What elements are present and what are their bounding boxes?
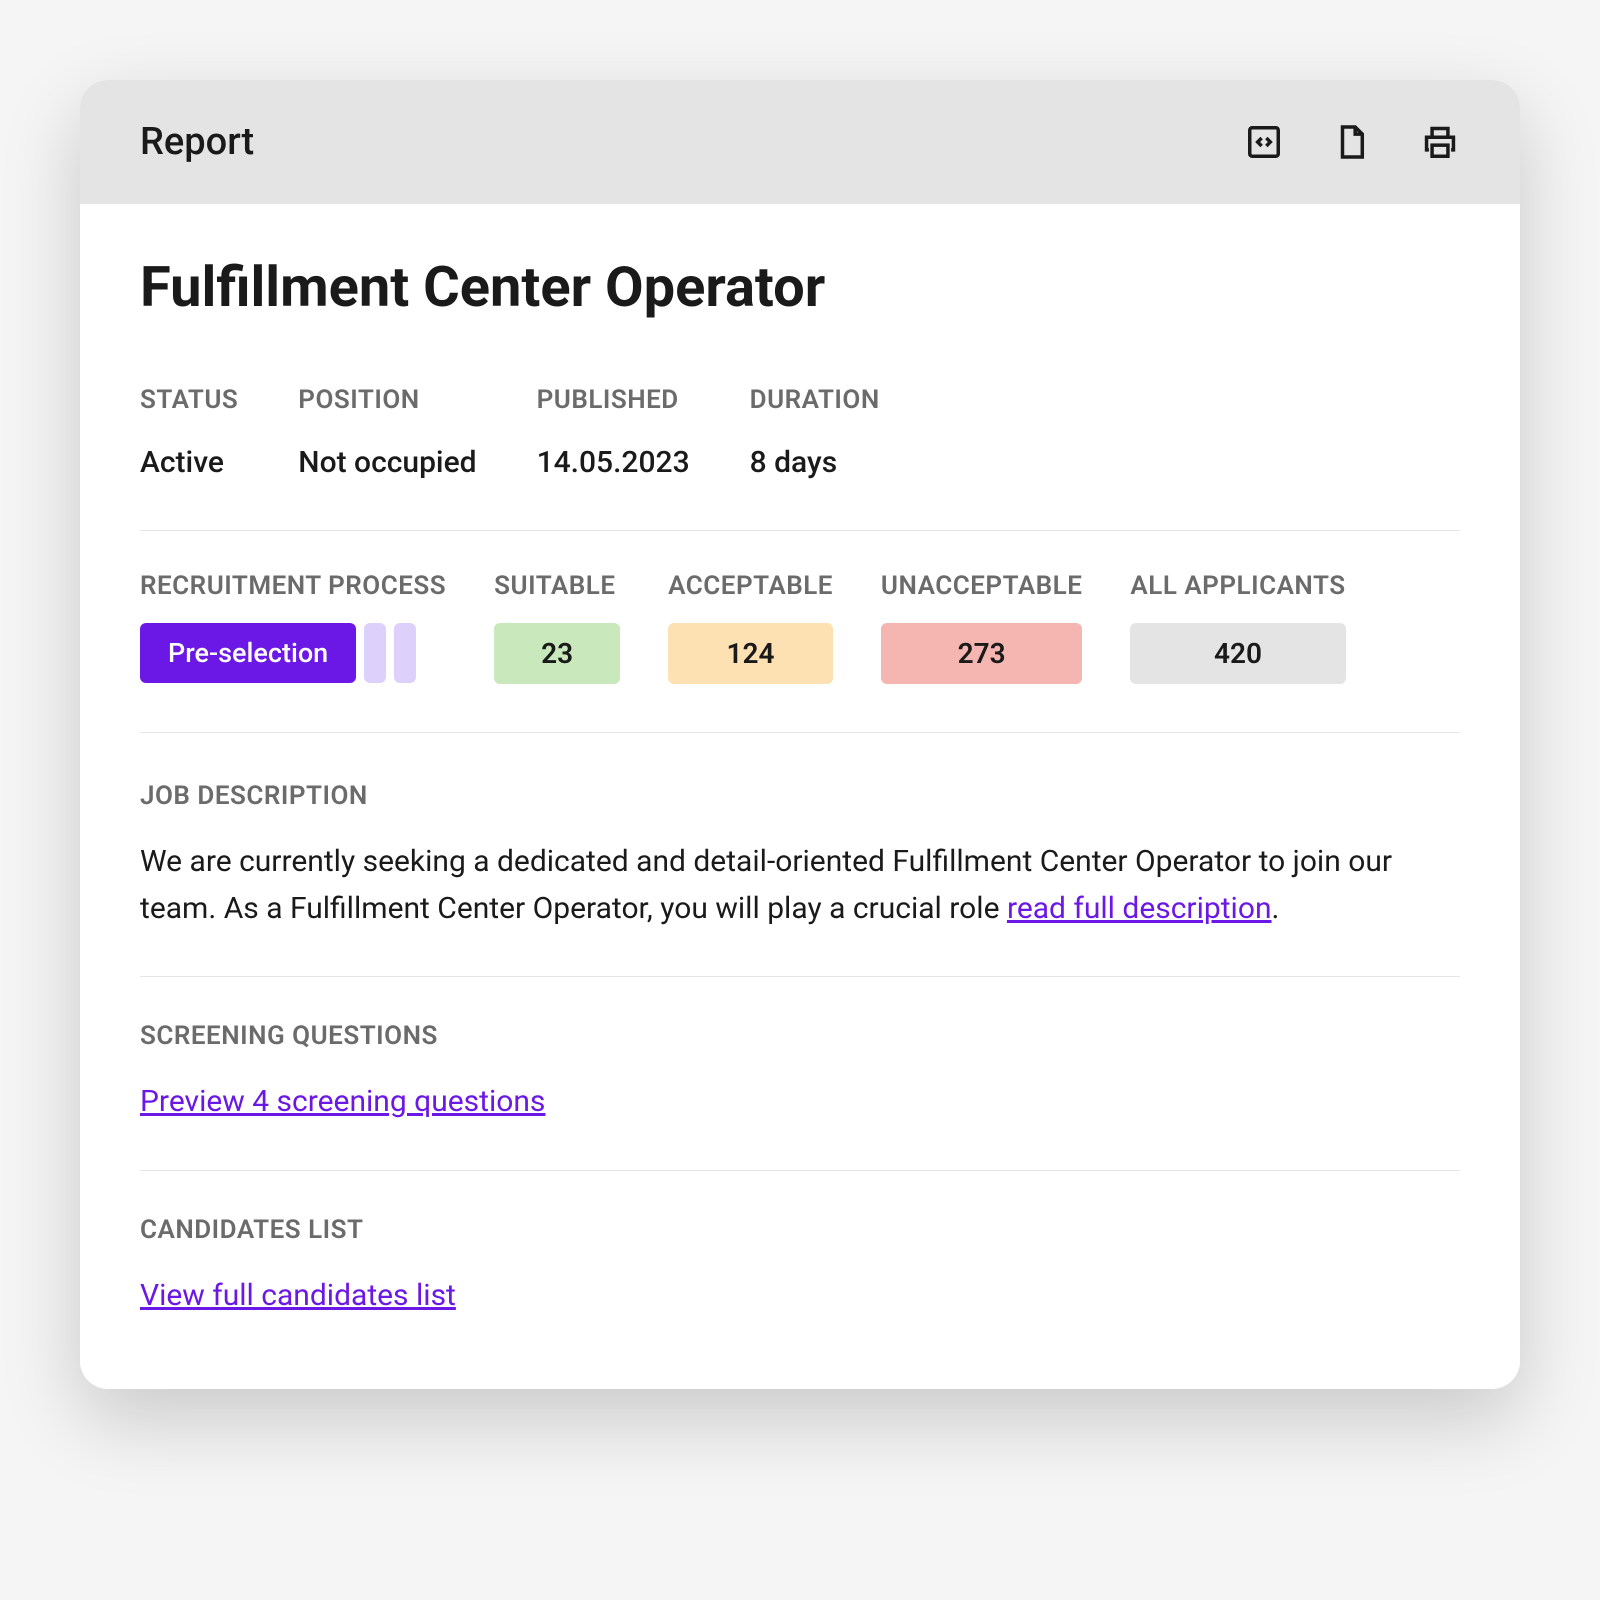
stat-acceptable-value[interactable]: 124: [668, 623, 833, 684]
stat-unacceptable-value[interactable]: 273: [881, 623, 1082, 684]
candidates-list-section: Candidates List View full candidates lis…: [140, 1215, 1460, 1320]
stat-all-label: All Applicants: [1130, 571, 1345, 601]
page-title: Fulfillment Center Operator: [140, 254, 1460, 320]
stats-row: Recruitment Process Pre-selection Suitab…: [140, 571, 1460, 733]
read-full-description-link[interactable]: read full description: [1007, 891, 1272, 926]
job-description-label: Job Description: [140, 781, 1460, 811]
stat-all-applicants: All Applicants 420: [1130, 571, 1345, 684]
meta-status-value: Active: [140, 445, 238, 480]
recruitment-process: Recruitment Process Pre-selection: [140, 571, 446, 683]
code-icon[interactable]: [1244, 122, 1284, 162]
meta-position: Position Not occupied: [298, 385, 476, 480]
job-description-section: Job Description We are currently seeking…: [140, 781, 1460, 977]
print-icon[interactable]: [1420, 122, 1460, 162]
meta-row: Status Active Position Not occupied Publ…: [140, 385, 1460, 531]
preview-screening-link[interactable]: Preview 4 screening questions: [140, 1084, 545, 1119]
meta-duration-label: Duration: [750, 385, 880, 415]
process-stage-next-1[interactable]: [364, 623, 386, 683]
screening-questions-section: Screening Questions Preview 4 screening …: [140, 1021, 1460, 1171]
job-description-suffix: .: [1272, 891, 1280, 926]
process-stage-next-2[interactable]: [394, 623, 416, 683]
screening-label: Screening Questions: [140, 1021, 1460, 1051]
stat-unacceptable: Unacceptable 273: [881, 571, 1082, 684]
stat-unacceptable-label: Unacceptable: [881, 571, 1082, 601]
candidates-label: Candidates List: [140, 1215, 1460, 1245]
meta-position-value: Not occupied: [298, 445, 476, 480]
stat-suitable: Suitable 23: [494, 571, 620, 684]
stat-suitable-value[interactable]: 23: [494, 623, 620, 684]
meta-published-value: 14.05.2023: [537, 445, 690, 480]
stat-all-value[interactable]: 420: [1130, 623, 1345, 684]
meta-position-label: Position: [298, 385, 476, 415]
document-icon[interactable]: [1332, 122, 1372, 162]
stat-acceptable: Acceptable 124: [668, 571, 833, 684]
header-actions: [1244, 122, 1460, 162]
view-candidates-link[interactable]: View full candidates list: [140, 1278, 456, 1313]
meta-duration: Duration 8 days: [750, 385, 880, 480]
report-card: Report: [80, 80, 1520, 1389]
meta-duration-value: 8 days: [750, 445, 880, 480]
recruitment-process-label: Recruitment Process: [140, 571, 446, 601]
meta-published-label: Published: [537, 385, 690, 415]
process-stage-current[interactable]: Pre-selection: [140, 623, 356, 683]
card-body: Fulfillment Center Operator Status Activ…: [80, 204, 1520, 1389]
job-description-text: We are currently seeking a dedicated and…: [140, 839, 1460, 932]
meta-status-label: Status: [140, 385, 238, 415]
process-stage-pills: Pre-selection: [140, 623, 446, 683]
stat-suitable-label: Suitable: [494, 571, 620, 601]
stat-acceptable-label: Acceptable: [668, 571, 833, 601]
meta-status: Status Active: [140, 385, 238, 480]
header-title: Report: [140, 120, 254, 164]
meta-published: Published 14.05.2023: [537, 385, 690, 480]
card-header: Report: [80, 80, 1520, 204]
